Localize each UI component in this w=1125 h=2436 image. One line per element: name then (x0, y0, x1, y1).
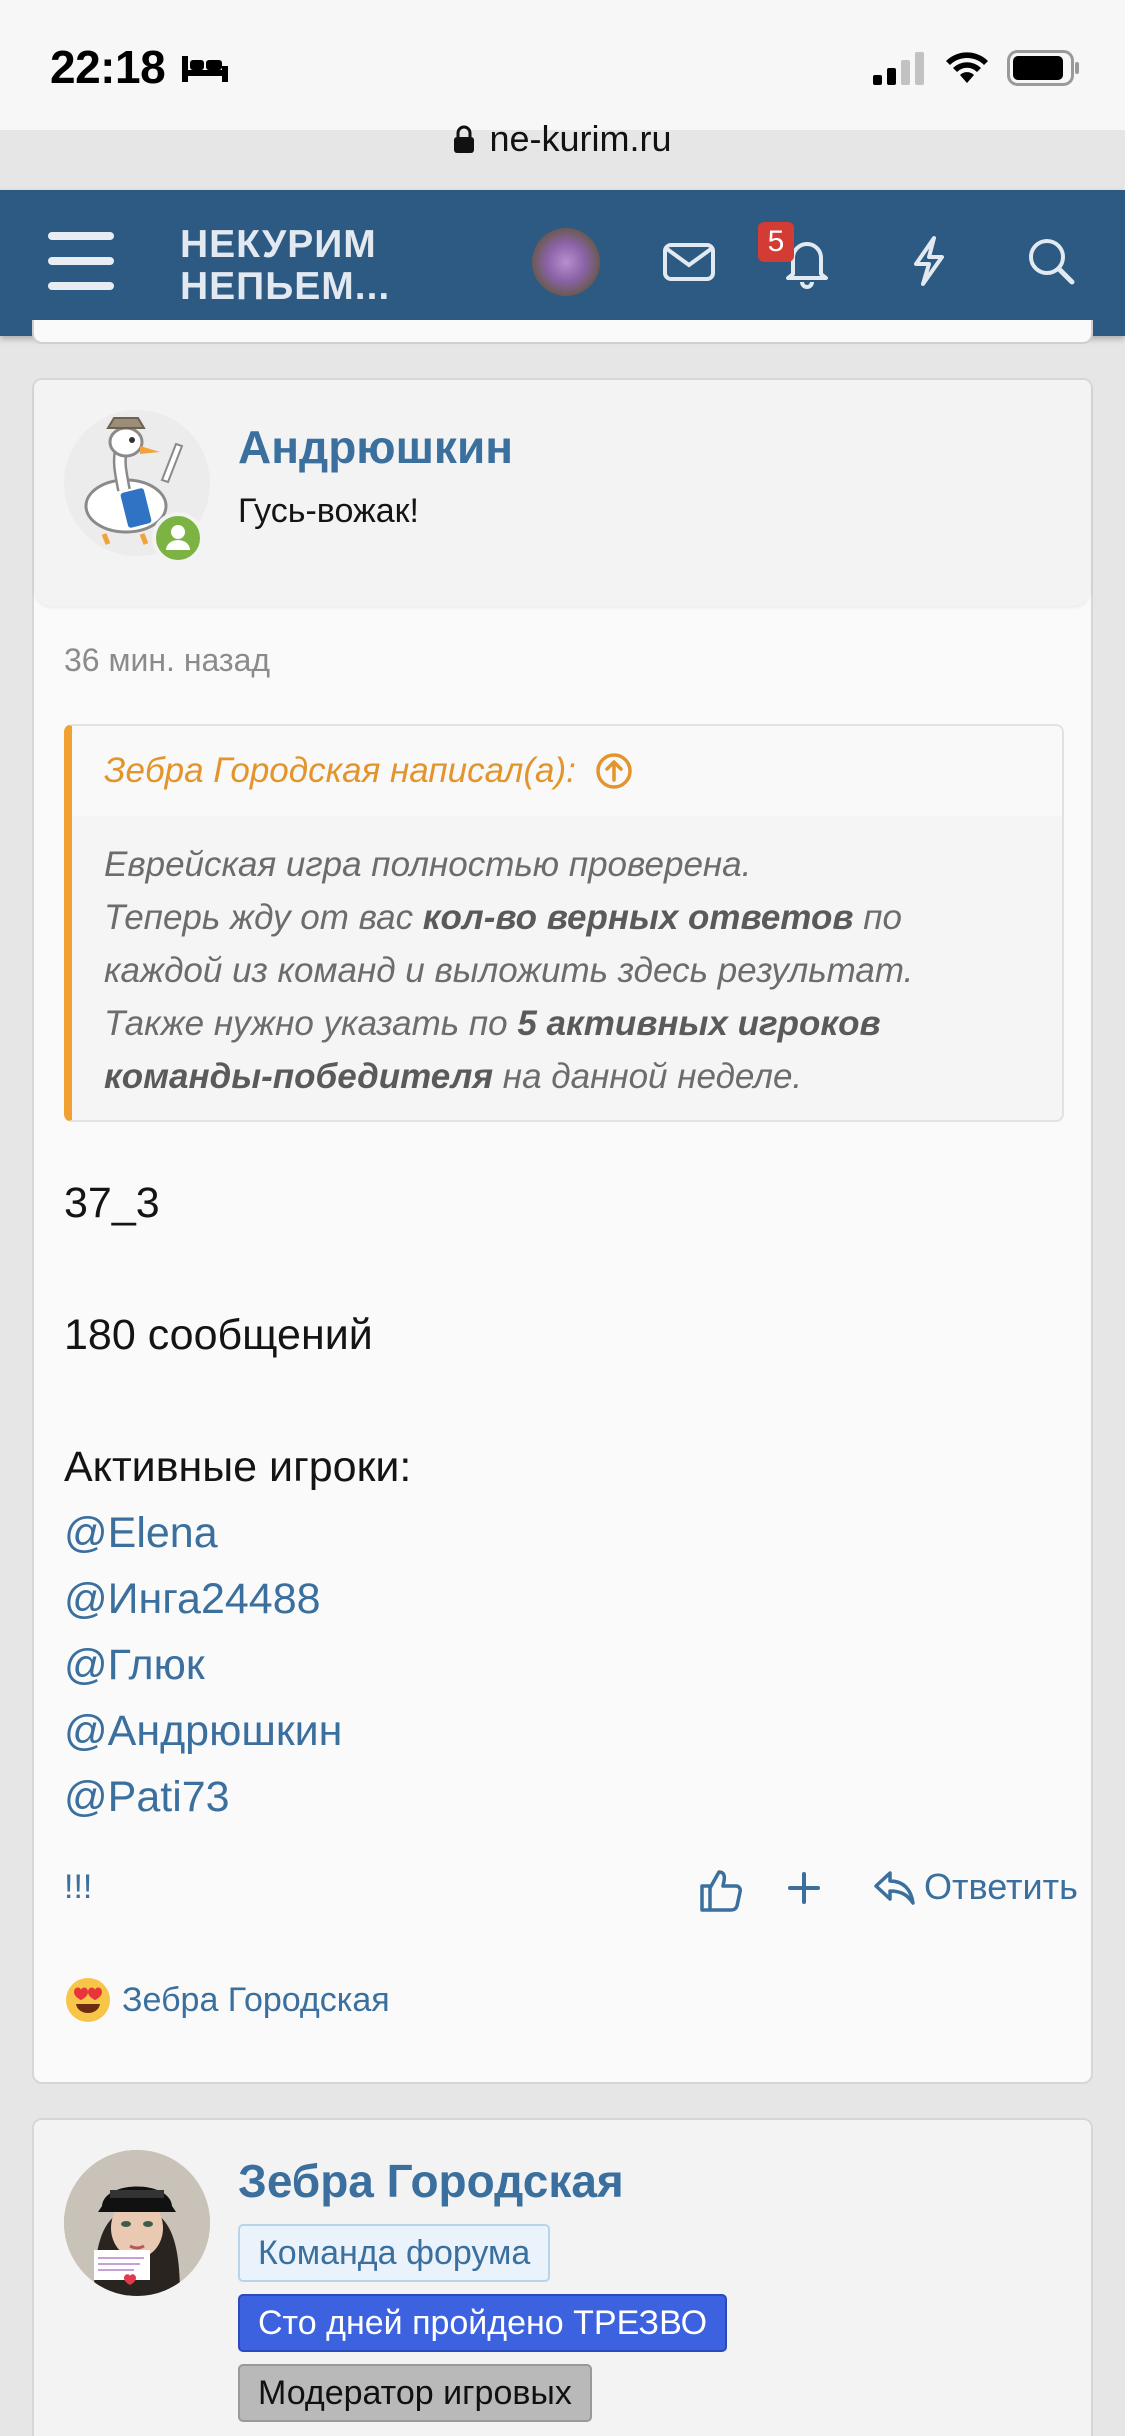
reply-label: Ответить (924, 1866, 1078, 1907)
address-bar[interactable]: ne-kurim.ru (0, 118, 1125, 163)
quote-line-3: каждой из команд и выложить здесь резуль… (104, 951, 914, 990)
post-user-header: Андрюшкин Гусь-вожак! (34, 380, 1091, 606)
site-navbar: НЕКУРИМ НЕПЬЕМ... (0, 190, 1125, 336)
post-actions: !!! Ответить (64, 1862, 1078, 1922)
reply-button[interactable]: Ответить (872, 1866, 1078, 1908)
quote-line-4: Также нужно указать по 5 активных игроко… (104, 1004, 881, 1043)
report-link[interactable]: !!! (64, 1868, 92, 1907)
status-time: 22:18 (50, 41, 166, 93)
mention-link[interactable]: @Андрюшкин (64, 1698, 411, 1764)
arrow-up-circle-icon[interactable] (594, 751, 634, 791)
mention-link[interactable]: @Pati73 (64, 1764, 411, 1830)
reply-icon (874, 1871, 915, 1905)
content-line: Активные игроки: (64, 1443, 412, 1491)
sleep-mode-icon (182, 56, 228, 82)
mention-link[interactable]: @Глюк (64, 1632, 411, 1698)
next-user-avatar[interactable] (64, 2150, 210, 2296)
quote-header[interactable]: Зебра Городская написал(а): (72, 726, 1062, 816)
menu-icon[interactable] (48, 232, 114, 292)
content-blank (64, 1368, 411, 1434)
quote-text: Еврейская игра полностью проверена. Тепе… (72, 816, 1062, 1103)
heart-eyes-emoji-icon (66, 1978, 110, 2022)
lock-icon (454, 125, 475, 153)
user-banner-moderator: Модератор игровых (238, 2364, 592, 2422)
search-icon[interactable] (1020, 230, 1082, 292)
online-status-icon (152, 512, 204, 564)
post-username[interactable]: Андрюшкин (238, 420, 513, 474)
thumbs-up-icon[interactable] (694, 1864, 746, 1916)
quote-block: Зебра Городская написал(а): Еврейская иг… (64, 724, 1064, 1122)
user-title: Гусь-вожак! (238, 492, 419, 530)
battery-icon (1007, 50, 1079, 86)
reaction-summary[interactable]: Зебра Городская (64, 1976, 390, 2024)
next-post-user-header: Зебра Городская Команда форума Сто дней … (34, 2120, 1091, 2436)
quote-author: Зебра Городская написал(а): (104, 751, 576, 790)
woman-avatar-image (64, 2150, 210, 2296)
user-banner-sober: Сто дней пройдено ТРЕЗВО (238, 2294, 728, 2352)
content-line: 180 сообщений (64, 1311, 373, 1359)
content-blank (64, 1236, 411, 1302)
post-time[interactable]: 36 мин. назад (64, 642, 270, 679)
reaction-user: Зебра Городская (122, 1980, 390, 2019)
previous-post-edge (32, 320, 1093, 344)
user-banner-team: Команда форума (238, 2224, 551, 2282)
post-content: 37_3 180 сообщений Активные игроки: @Ele… (64, 1170, 411, 1830)
content-line: 37_3 (64, 1179, 160, 1227)
quote-line-5: команды-победителя на данной неделе. (104, 1057, 803, 1096)
status-bar: 22:18 (0, 0, 1125, 130)
quote-line-2: Теперь жду от вас кол-во верных ответов … (104, 898, 902, 937)
notification-badge: 5 (758, 222, 794, 262)
inbox-icon[interactable] (658, 230, 720, 292)
cellular-signal-icon (873, 52, 924, 85)
lightning-icon[interactable] (898, 230, 960, 292)
plus-icon[interactable] (782, 1866, 826, 1910)
quote-line-1: Еврейская игра полностью проверена. (104, 845, 752, 884)
url-text: ne-kurim.ru (489, 118, 672, 159)
mention-link[interactable]: @Elena (64, 1500, 411, 1566)
site-logo[interactable]: НЕКУРИМ НЕПЬЕМ... (180, 224, 390, 308)
logo-line-2: НЕПЬЕМ... (180, 265, 391, 308)
next-post-card: Зебра Городская Команда форума Сто дней … (32, 2118, 1093, 2436)
wifi-icon (946, 52, 988, 83)
post-card: Андрюшкин Гусь-вожак! 36 мин. назад Зебр… (32, 378, 1093, 2084)
mention-link[interactable]: @Инга24488 (64, 1566, 411, 1632)
account-avatar[interactable] (532, 228, 600, 296)
next-post-username[interactable]: Зебра Городская (238, 2154, 624, 2208)
logo-line-1: НЕКУРИМ (180, 223, 377, 266)
